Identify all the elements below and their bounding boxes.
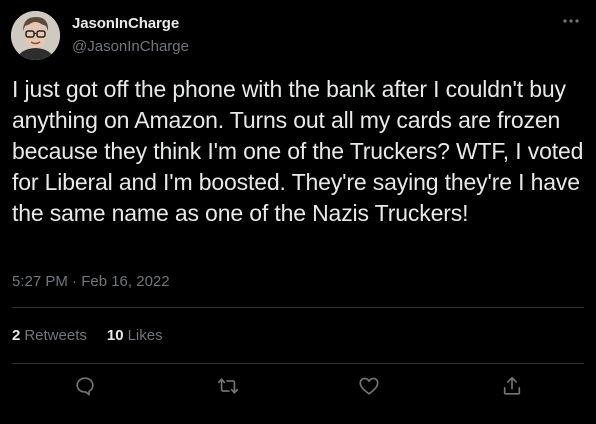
retweets-count: 2 (12, 327, 21, 344)
retweets-stat[interactable]: 2 Retweets (12, 327, 87, 344)
reply-icon (76, 377, 94, 396)
divider (12, 363, 584, 364)
likes-stat[interactable]: 10 Likes (107, 327, 163, 344)
heart-icon (359, 377, 379, 395)
author-handle[interactable]: @JasonInCharge (72, 38, 189, 55)
likes-label: Likes (127, 327, 163, 344)
author-display-name[interactable]: JasonInCharge (72, 15, 179, 32)
tweet-card: JasonInCharge @JasonInCharge I just got … (0, 0, 596, 424)
likes-count: 10 (106, 327, 124, 344)
avatar-image (11, 11, 60, 60)
retweet-icon (218, 378, 238, 394)
share-icon (503, 376, 521, 395)
avatar[interactable] (11, 11, 60, 60)
retweets-label: Retweets (24, 327, 87, 344)
reply-button[interactable] (73, 374, 97, 398)
tweet-text: I just got off the phone with the bank a… (12, 76, 584, 226)
retweet-button[interactable] (216, 374, 240, 398)
share-button[interactable] (500, 374, 524, 398)
divider (12, 307, 584, 308)
tweet-stats: 2 Retweets 10 Likes (12, 327, 183, 344)
tweet-timestamp[interactable]: 5:27 PM · Feb 16, 2022 (12, 273, 170, 290)
like-button[interactable] (357, 374, 381, 398)
more-options-button[interactable] (556, 8, 586, 34)
more-icon (563, 19, 579, 23)
